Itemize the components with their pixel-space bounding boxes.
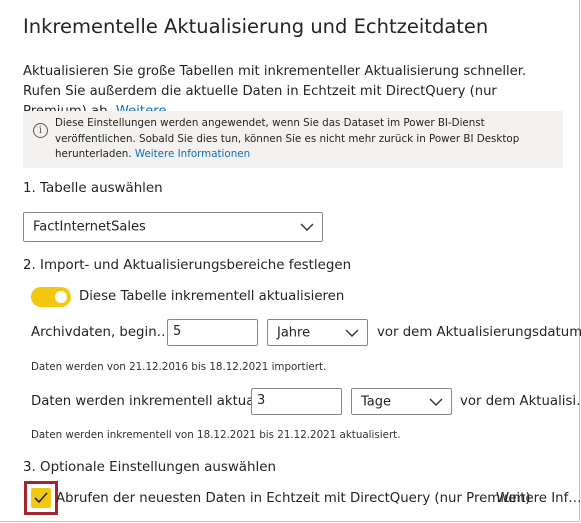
archive-note: Daten werden von 21.12.2016 bis 18.12.20… — [31, 361, 327, 373]
archive-suffix: vor dem Aktualisierungsdatum — [377, 325, 581, 340]
archive-label: Archivdaten, begin… — [31, 325, 170, 340]
step2-heading: 2. Import- und Aktualisierungsbereiche f… — [23, 258, 352, 273]
realtime-checkbox[interactable] — [31, 488, 51, 508]
checkmark-icon — [34, 492, 48, 504]
archive-value-input[interactable]: 5 — [167, 319, 258, 346]
chevron-down-icon — [300, 223, 314, 231]
toggle-knob — [55, 291, 67, 303]
archive-unit-select[interactable]: Jahre — [267, 319, 368, 346]
chevron-down-icon — [429, 398, 443, 406]
table-select[interactable]: FactInternetSales — [23, 212, 323, 242]
step3-heading: 3. Optionale Einstellungen auswählen — [23, 460, 276, 475]
toggle-label: Diese Tabelle inkrementell aktualisieren — [79, 289, 345, 304]
archive-unit-value: Jahre — [277, 325, 311, 340]
incremental-refresh-toggle[interactable] — [31, 287, 71, 307]
incremental-suffix: vor dem Aktualisi… — [460, 394, 581, 409]
realtime-more-link[interactable]: Weitere Inf… — [496, 491, 581, 506]
info-banner-text: Diese Einstellungen werden angewendet, w… — [55, 116, 555, 163]
chevron-down-icon — [345, 329, 359, 337]
incremental-unit-value: Tage — [361, 394, 392, 409]
info-text: Diese Einstellungen werden angewendet, w… — [55, 117, 520, 160]
incremental-value-input[interactable]: 3 — [251, 388, 342, 415]
table-select-value: FactInternetSales — [33, 219, 146, 235]
dialog-title: Inkrementelle Aktualisierung und Echtzei… — [23, 15, 489, 38]
incremental-label: Daten werden inkrementell aktua… — [31, 394, 268, 409]
incremental-note: Daten werden inkrementell von 18.12.2021… — [31, 429, 401, 441]
realtime-label: Abrufen der neuesten Daten in Echtzeit m… — [56, 491, 531, 506]
info-more-link[interactable]: Weitere Informationen — [135, 148, 250, 160]
incremental-unit-select[interactable]: Tage — [351, 388, 452, 415]
info-banner: i Diese Einstellungen werden angewendet,… — [23, 111, 563, 168]
info-icon: i — [33, 123, 48, 138]
step1-heading: 1. Tabelle auswählen — [23, 181, 163, 196]
